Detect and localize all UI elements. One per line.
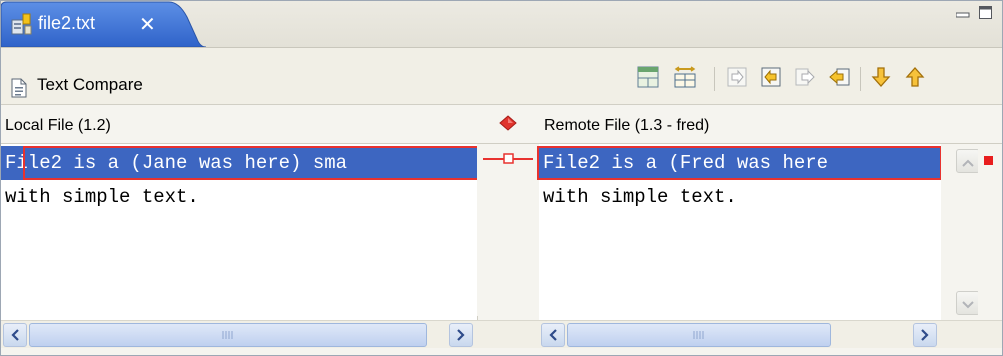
arrow-up-icon bbox=[905, 66, 925, 92]
document-icon bbox=[11, 78, 27, 102]
corner-spacer bbox=[941, 320, 1002, 348]
show-ancestor-pane-button[interactable] bbox=[634, 65, 662, 93]
conflict-diamond-icon bbox=[499, 115, 517, 135]
ignore-whitespace-button[interactable] bbox=[671, 65, 699, 93]
compare-editor: file2.txt ✕ Text Compare Local File (1.2… bbox=[0, 0, 1003, 356]
copy-left-icon bbox=[794, 66, 816, 92]
copy-all-right-to-left-button[interactable] bbox=[825, 65, 853, 93]
overview-ruler[interactable] bbox=[978, 144, 1002, 322]
tab-title: file2.txt bbox=[38, 13, 96, 33]
diff-gutter bbox=[477, 144, 539, 316]
left-horizontal-scrollbar[interactable] bbox=[1, 320, 477, 348]
copy-all-left-to-right-button[interactable] bbox=[723, 65, 751, 93]
arrow-down-icon bbox=[871, 66, 891, 92]
text-file-icon bbox=[11, 12, 33, 36]
left-pane-header: Local File (1.2) bbox=[1, 105, 477, 144]
close-icon[interactable]: ✕ bbox=[139, 12, 156, 36]
maximize-icon[interactable] bbox=[979, 5, 993, 19]
scroll-left-button[interactable] bbox=[3, 323, 27, 347]
copy-all-left-icon bbox=[827, 66, 851, 92]
right-line-2: with simple text. bbox=[543, 186, 737, 208]
copy-current-left-to-right-button[interactable] bbox=[757, 65, 785, 93]
minimize-icon[interactable] bbox=[955, 5, 970, 18]
previous-difference-button[interactable] bbox=[901, 65, 929, 93]
left-pane-title: Local File (1.2) bbox=[5, 117, 111, 134]
scroll-up-button[interactable] bbox=[956, 149, 980, 173]
left-diff-highlight bbox=[23, 146, 483, 180]
next-difference-button[interactable] bbox=[867, 65, 895, 93]
chevron-right-icon bbox=[457, 326, 465, 345]
copy-right-icon bbox=[760, 66, 782, 92]
chevron-down-icon bbox=[962, 294, 974, 313]
diff-connector bbox=[483, 153, 533, 164]
tab-file2[interactable]: file2.txt ✕ bbox=[1, 1, 206, 47]
right-diff-highlight bbox=[537, 146, 942, 180]
copy-all-right-icon bbox=[726, 66, 748, 92]
chevron-left-icon bbox=[11, 326, 19, 345]
toolbar-separator bbox=[860, 67, 861, 91]
scroll-down-button[interactable] bbox=[956, 291, 980, 315]
chevron-right-icon bbox=[921, 326, 929, 345]
right-horizontal-scrollbar[interactable] bbox=[539, 320, 941, 348]
scroll-thumb[interactable] bbox=[567, 323, 831, 347]
change-marker[interactable] bbox=[984, 156, 993, 165]
whitespace-icon bbox=[673, 65, 697, 93]
chevron-up-icon bbox=[962, 152, 974, 171]
center-header bbox=[477, 105, 539, 144]
compare-title: Text Compare bbox=[37, 75, 143, 94]
ancestor-pane-icon bbox=[637, 66, 659, 92]
gutter-scroll-spacer bbox=[477, 320, 539, 348]
copy-current-right-to-left-button[interactable] bbox=[791, 65, 819, 93]
scroll-right-button[interactable] bbox=[913, 323, 937, 347]
scroll-left-button[interactable] bbox=[541, 323, 565, 347]
editor-tab-strip: file2.txt ✕ bbox=[1, 1, 1002, 48]
left-line-2: with simple text. bbox=[5, 186, 199, 208]
scroll-right-button[interactable] bbox=[449, 323, 473, 347]
right-vertical-scrollbar[interactable] bbox=[941, 144, 980, 322]
toolbar-separator bbox=[714, 67, 715, 91]
chevron-left-icon bbox=[549, 326, 557, 345]
right-pane-header: Remote File (1.3 - fred) bbox=[539, 105, 1002, 144]
right-pane-title: Remote File (1.3 - fred) bbox=[544, 117, 710, 134]
scroll-thumb[interactable] bbox=[29, 323, 427, 347]
